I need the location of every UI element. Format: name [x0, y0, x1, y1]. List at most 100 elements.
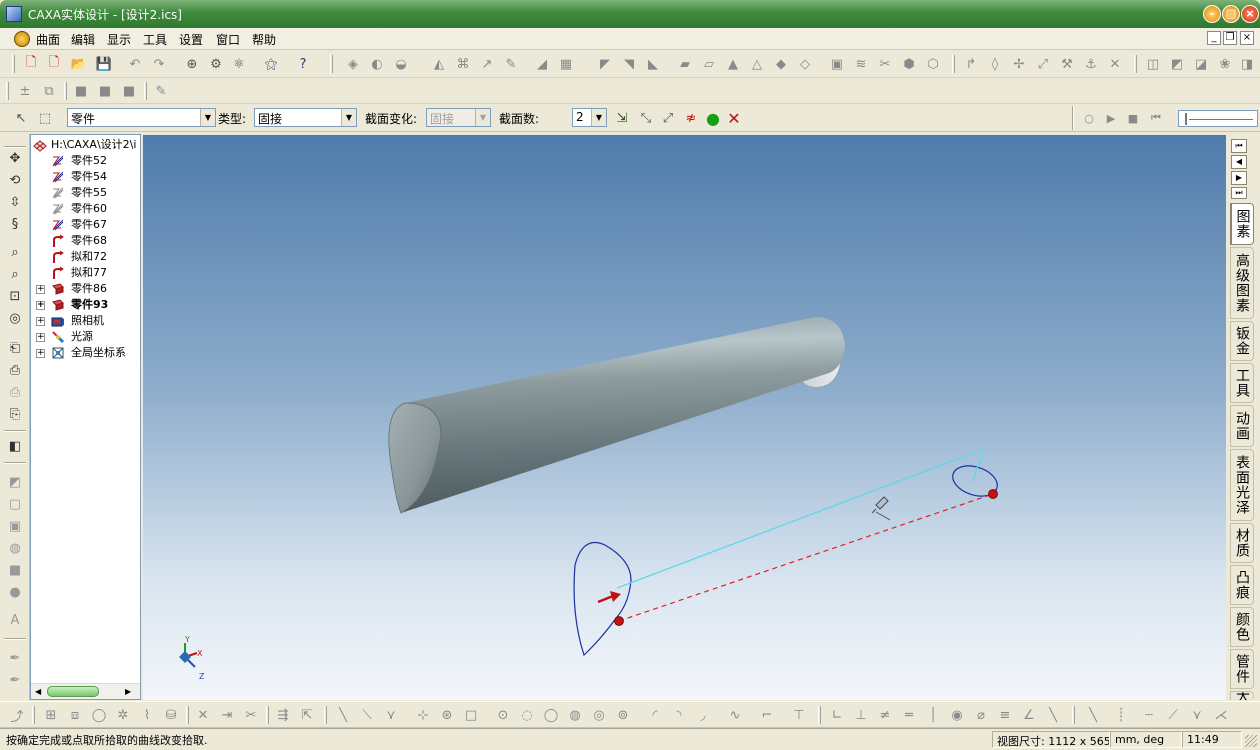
curve-tool-icon[interactable]: ↗	[478, 55, 496, 73]
tree-horizontal-scrollbar[interactable]: ◀ ▶	[31, 683, 140, 699]
camera-icon[interactable]: ⎙	[6, 362, 24, 380]
extra-4-icon[interactable]: ⟋	[1164, 706, 1182, 724]
expand-toggle[interactable]: +	[36, 349, 45, 358]
circle-tool-icon[interactable]: ◯	[90, 706, 108, 724]
circle-5-icon[interactable]: ◎	[590, 706, 608, 724]
constraint-1-icon[interactable]: ∟	[828, 706, 846, 724]
tools-icon[interactable]: ✕	[1106, 55, 1124, 73]
animation-slider[interactable]	[1178, 110, 1258, 127]
constraint-7-icon[interactable]: ⌀	[972, 706, 990, 724]
apply-step-icon[interactable]: ⇲	[613, 109, 631, 127]
arc-2-icon[interactable]: ◝	[670, 706, 688, 724]
type-select[interactable]: 固接 ▼	[254, 108, 357, 127]
loft-icon[interactable]: ◭	[430, 55, 448, 73]
tab-color[interactable]: 颜色	[1230, 607, 1254, 647]
arc-1-icon[interactable]: ◜	[646, 706, 664, 724]
guide-line[interactable]	[618, 493, 994, 622]
shade-3-icon[interactable]: ▣	[6, 518, 24, 536]
trim-icon[interactable]: ✂	[876, 55, 894, 73]
dynamic-zoom-icon[interactable]: ⇳	[6, 194, 24, 212]
constraint-5-icon[interactable]: │	[924, 706, 942, 724]
shade-5-icon[interactable]: ■	[6, 562, 24, 580]
analyze-icon[interactable]: ⚓	[1082, 55, 1100, 73]
sketch-icon[interactable]: ◢	[533, 55, 551, 73]
disabled-tool-icon[interactable]: ✎	[152, 82, 170, 100]
expand-toggle[interactable]: +	[36, 333, 45, 342]
rewind-icon[interactable]: ⏮	[1147, 109, 1165, 127]
pick-icon[interactable]: ⊕	[183, 55, 201, 73]
corner-icon[interactable]: ⌐	[758, 706, 776, 724]
rotate-view-icon[interactable]: §	[6, 216, 24, 234]
direction-arrow-icon[interactable]	[597, 591, 621, 604]
constraint-8-icon[interactable]: ≡	[996, 706, 1014, 724]
point-icon[interactable]: ⊹	[414, 706, 432, 724]
extrude-icon[interactable]: ◈	[344, 55, 362, 73]
transform-icon[interactable]: ↱	[962, 55, 980, 73]
tabs-first-button[interactable]: ⏮	[1231, 139, 1247, 153]
menu-window[interactable]: 窗口	[216, 31, 240, 48]
surface-4-icon[interactable]: ❀	[1216, 55, 1234, 73]
design-tree[interactable]: H:\CAXA\设计2\i 零件52 零件54 零件55 零件60 零件67 零…	[30, 134, 141, 700]
mdi-minimize-button[interactable]: _	[1207, 31, 1221, 45]
sweep-path-curve[interactable]	[616, 449, 984, 589]
constraint-2-icon[interactable]: ⊥	[852, 706, 870, 724]
expand-toggle[interactable]: +	[36, 285, 45, 294]
app-icon[interactable]	[6, 6, 22, 22]
face-draft-icon[interactable]: ▲	[724, 55, 742, 73]
split-icon[interactable]: ▣	[828, 55, 846, 73]
maximize-button[interactable]: □	[1222, 5, 1240, 23]
arc-3-icon[interactable]: ◞	[694, 706, 712, 724]
circle-3-icon[interactable]: ◯	[542, 706, 560, 724]
tab-tools[interactable]: 工具	[1230, 363, 1254, 403]
surface-2-icon[interactable]: ◩	[1168, 55, 1186, 73]
extra-6-icon[interactable]: ⋌	[1212, 706, 1230, 724]
extra-2-icon[interactable]: ┊	[1112, 706, 1130, 724]
zoom-fit-icon[interactable]: ⊡	[6, 288, 24, 306]
record-icon[interactable]: ○	[1080, 109, 1098, 127]
face-offset-icon[interactable]: ▱	[700, 55, 718, 73]
scale-icon[interactable]: ⤢	[1034, 55, 1052, 73]
mdi-close-button[interactable]: ×	[1240, 31, 1254, 45]
boolean-icon[interactable]: ⬢	[900, 55, 918, 73]
minimize-button[interactable]: –	[1203, 5, 1221, 23]
fillet-icon[interactable]: ◥	[620, 55, 638, 73]
combine-icon[interactable]: ⬡	[924, 55, 942, 73]
section-count-select[interactable]: 2 ▼	[572, 108, 607, 127]
3d-viewport[interactable]: Y X Z	[143, 135, 1226, 700]
stop-icon[interactable]: ■	[1124, 109, 1142, 127]
close-button[interactable]: ×	[1241, 5, 1259, 23]
face-replace-icon[interactable]: ◆	[772, 55, 790, 73]
cross-icon[interactable]: ✕	[194, 706, 212, 724]
tangent-line-icon[interactable]: ⟍	[358, 706, 376, 724]
offset-icon[interactable]: ⇶	[274, 706, 292, 724]
expand-toggle[interactable]: +	[36, 317, 45, 326]
camera-rotate-icon[interactable]: ⎙	[6, 384, 24, 402]
display-mode-icon[interactable]: ◧	[6, 438, 24, 456]
cancel-icon[interactable]: ✕	[725, 109, 743, 128]
shade-1-icon[interactable]: ◩	[6, 474, 24, 492]
tabs-last-button[interactable]: ⏭	[1231, 187, 1247, 199]
menu-settings[interactable]: 设置	[179, 31, 203, 48]
menu-view[interactable]: 显示	[107, 31, 131, 48]
shade-6-icon[interactable]: ●	[6, 584, 24, 602]
resize-grip[interactable]	[1245, 735, 1257, 747]
revolve-icon[interactable]: ◐	[368, 55, 386, 73]
spline-icon[interactable]: ∿	[726, 706, 744, 724]
copy-icon[interactable]: ⧉	[40, 82, 58, 100]
extra-3-icon[interactable]: ┄	[1140, 706, 1158, 724]
toolbar-grip[interactable]	[32, 706, 35, 724]
extra-1-icon[interactable]: ╲	[1084, 706, 1102, 724]
selection-filter-select[interactable]: 零件 ▼	[67, 108, 216, 127]
new-design-icon[interactable]: 🗋	[45, 55, 63, 73]
project-icon[interactable]: ⇱	[298, 706, 316, 724]
undo-icon[interactable]: ↶	[126, 55, 144, 73]
scrollbar-thumb[interactable]	[47, 686, 99, 697]
face-move-icon[interactable]: ▰	[676, 55, 694, 73]
expand-toggle[interactable]: +	[36, 301, 45, 310]
circle-2-icon[interactable]: ◌	[518, 706, 536, 724]
render-icon[interactable]: ⚛	[230, 55, 248, 73]
tab-material[interactable]: 材质	[1230, 523, 1254, 563]
circle-4-icon[interactable]: ◍	[566, 706, 584, 724]
surface-1-icon[interactable]: ◫	[1144, 55, 1162, 73]
play-icon[interactable]: ▶	[1102, 109, 1120, 127]
